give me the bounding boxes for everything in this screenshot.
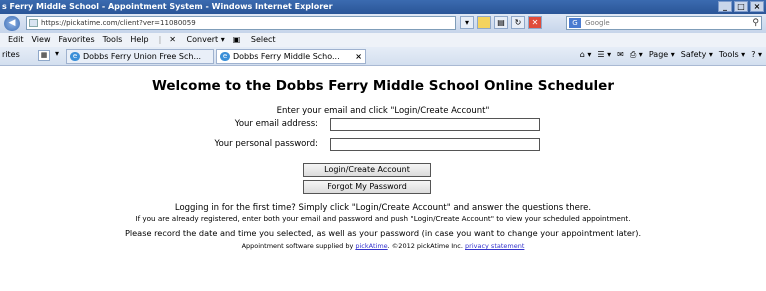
back-button[interactable]: ◀ [4, 16, 20, 31]
convert-label: Convert [186, 35, 219, 44]
menu-favorites[interactable]: Favorites [58, 33, 94, 47]
page-title: Welcome to the Dobbs Ferry Middle School… [151, 78, 615, 94]
address-bar[interactable]: https://pickatime.com/client?ver=1108005… [26, 16, 456, 30]
close-tab-icon[interactable]: × [355, 50, 362, 63]
search-placeholder: Google [585, 19, 610, 27]
address-row: ◀ https://pickatime.com/client?ver=11080… [0, 14, 766, 33]
minimize-button[interactable]: _ [718, 1, 732, 12]
feeds-icon[interactable]: ☰ ▾ [597, 50, 611, 60]
print-icon[interactable]: ⎙ ▾ [630, 50, 643, 60]
email-label: Your email address: [234, 119, 318, 129]
select-label: Select [250, 35, 276, 44]
help-icon[interactable]: ? ▾ [751, 50, 762, 60]
address-icons: ▾ ▤ ↻ ✕ [460, 16, 542, 29]
close-button[interactable]: × [750, 1, 764, 12]
email-field[interactable] [330, 118, 540, 131]
menu-edit[interactable]: Edit [8, 33, 24, 47]
instruction-text: Enter your email and click "Login/Create… [276, 106, 490, 116]
tab-middle-school[interactable]: e Dobbs Ferry Middle Scho... × [216, 49, 366, 64]
google-icon: G [569, 18, 581, 28]
footer-text: Appointment software supplied by pickAti… [0, 242, 766, 250]
password-label: Your personal password: [214, 139, 318, 149]
search-icon[interactable]: ⚲ [752, 17, 759, 29]
window-title: s Ferry Middle School - Appointment Syst… [2, 2, 333, 11]
menu-separator: | [158, 35, 162, 44]
refresh-icon[interactable]: ↻ [511, 16, 525, 29]
record-text: Please record the date and time you sele… [124, 228, 642, 238]
select-button[interactable]: ▣ Select [233, 33, 276, 47]
tab-union-free[interactable]: e Dobbs Ferry Union Free Sch... [66, 49, 214, 64]
first-time-text: Logging in for the first time? Simply cl… [174, 203, 592, 213]
menu-tools[interactable]: Tools [103, 33, 123, 47]
quick-tabs-icon[interactable]: ▦ [38, 50, 50, 61]
home-icon[interactable]: ⌂ ▾ [580, 50, 592, 60]
stop-icon[interactable]: ✕ [528, 16, 542, 29]
footer-prefix: Appointment software supplied by [241, 242, 356, 250]
ie-icon: e [70, 52, 80, 61]
forgot-password-button[interactable]: Forgot My Password [303, 180, 431, 194]
favorites-label[interactable]: rites [2, 50, 20, 59]
tools-menu[interactable]: Tools ▾ [719, 50, 745, 60]
window-title-bar: s Ferry Middle School - Appointment Syst… [0, 0, 766, 14]
maximize-button[interactable]: □ [734, 1, 748, 12]
address-url: https://pickatime.com/client?ver=1108005… [41, 19, 196, 27]
menu-view[interactable]: View [32, 33, 51, 47]
tab-bar: rites ▦ ▾ e Dobbs Ferry Union Free Sch..… [0, 47, 766, 66]
compatibility-icon[interactable]: ▤ [494, 16, 508, 29]
tab-label: Dobbs Ferry Union Free Sch... [83, 52, 202, 61]
login-create-account-button[interactable]: Login/Create Account [303, 163, 431, 177]
safety-menu[interactable]: Safety ▾ [681, 50, 713, 60]
search-input[interactable]: G Google ⚲ [566, 16, 762, 30]
dropdown-icon[interactable]: ▾ [460, 16, 474, 29]
lock-icon[interactable] [477, 16, 491, 29]
command-bar: ⌂ ▾ ☰ ▾ ✉ ⎙ ▾ Page ▾ Safety ▾ Tools ▾ ? … [580, 50, 762, 60]
ie-icon: e [220, 52, 230, 61]
window-controls: _ □ × [718, 1, 764, 12]
tab-label: Dobbs Ferry Middle Scho... [233, 52, 340, 61]
registered-text: If you are already registered, enter bot… [135, 214, 631, 223]
convert-button[interactable]: ✕ Convert ▾ [169, 33, 224, 47]
privacy-statement-link[interactable]: privacy statement [465, 242, 524, 250]
pickatime-link[interactable]: pickAtime [355, 242, 387, 250]
page-icon [29, 19, 38, 27]
tab-list-dropdown-icon[interactable]: ▾ [55, 49, 59, 58]
page-menu[interactable]: Page ▾ [649, 50, 675, 60]
footer-copyright: . ©2012 pickAtime Inc. [387, 242, 466, 250]
menu-bar: Edit View Favorites Tools Help | ✕ Conve… [0, 33, 766, 47]
password-field[interactable] [330, 138, 540, 151]
mail-icon[interactable]: ✉ [617, 50, 624, 60]
menu-help[interactable]: Help [130, 33, 148, 47]
